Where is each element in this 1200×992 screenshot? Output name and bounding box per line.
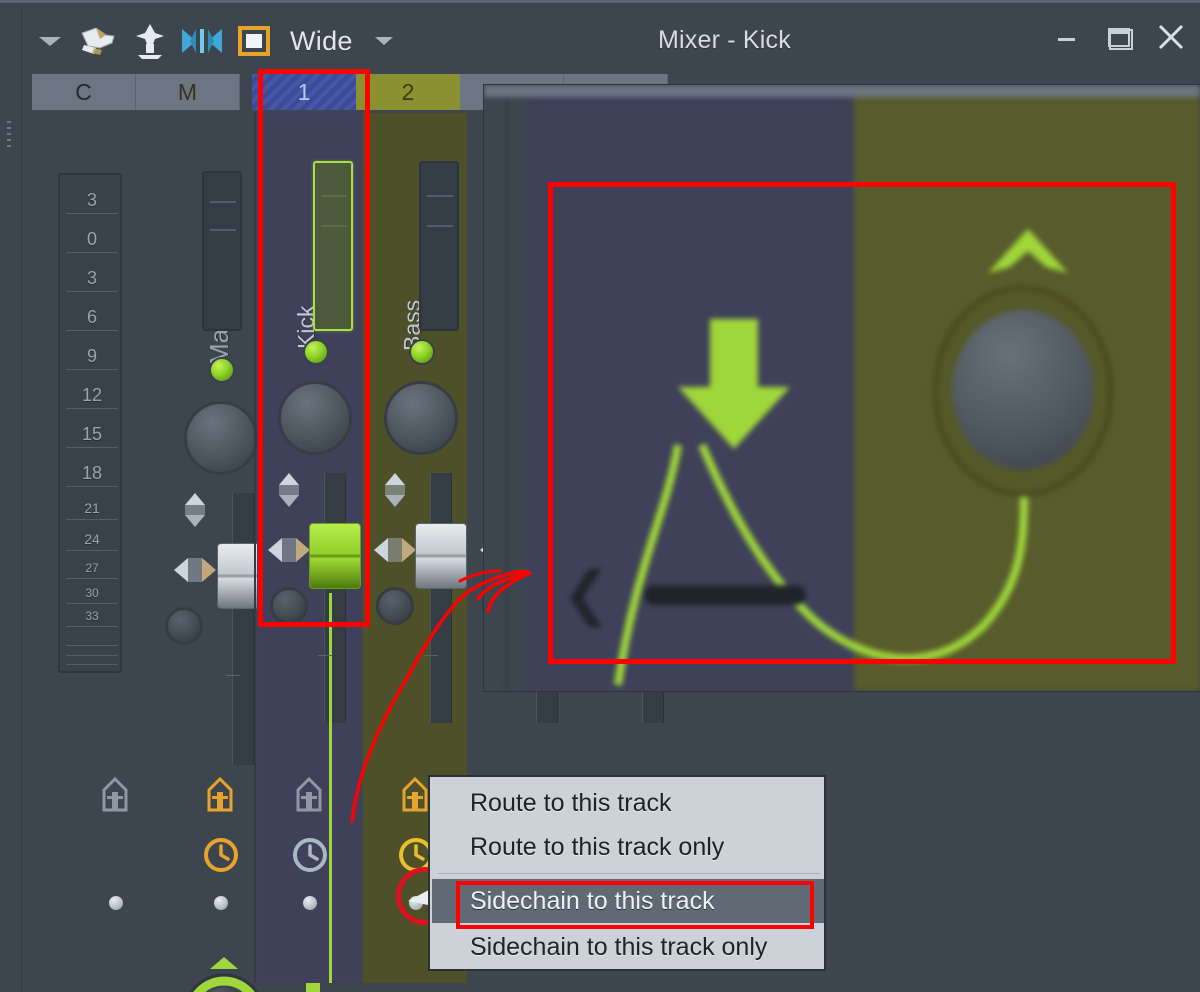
minimize-icon[interactable] [1052,22,1082,52]
track-header-2[interactable]: 2 [356,74,460,110]
sidechain-receive-arrow-icon[interactable] [291,981,335,992]
window-title: Mixer - Kick [658,26,791,54]
magnified-routing-view: ❮ [484,85,1200,691]
pan-knob-bass[interactable] [376,587,414,625]
level-meter-bass [419,161,459,331]
routing-context-menu: Route to this track Route to this track … [428,775,826,971]
fader-rail-bass [430,473,452,723]
view-mode-label: Wide [290,25,353,56]
fader-cable-kick [329,593,332,983]
window-controls [1052,22,1186,52]
clock-icon-master[interactable] [201,835,241,880]
menu-item-route-to-this-track[interactable]: Route to this track [432,781,824,825]
view-mode-chevron-down-icon[interactable] [353,17,415,65]
clock-icon-kick[interactable] [290,835,330,880]
stereo-separation-updown-icon-kick[interactable] [266,471,312,514]
stereo-separation-icon[interactable] [176,17,228,65]
db-tick: 27 [60,562,124,579]
track-enable-led-master[interactable] [209,357,235,383]
track-enable-led-bass[interactable] [409,339,435,365]
hand-cursor-icon[interactable] [72,17,124,65]
dot-led-c[interactable] [109,896,123,910]
pan-leftright-icon-bass[interactable] [372,531,418,574]
inset-blurred-content: ❮ [484,85,1200,691]
track-enable-led-kick[interactable] [303,339,329,365]
grip-handle-icon[interactable] [7,121,12,161]
db-tick: 6 [60,308,124,331]
dot-led-bass[interactable] [409,896,423,910]
fader-rail-kick [324,473,346,723]
db-tick: 15 [60,425,124,448]
fader-mark [318,655,332,656]
db-tick: 9 [60,347,124,370]
close-icon[interactable] [1156,22,1186,52]
track-strip-master[interactable]: 3 0 3 6 9 12 15 18 21 24 27 30 33 Master [32,113,269,992]
menu-item-route-to-this-track-only[interactable]: Route to this track only [432,825,824,869]
lamp-icon-kick[interactable] [290,776,328,825]
db-tick: 0 [60,230,124,253]
inset-routing-bar [644,585,806,605]
track-knob-master[interactable] [184,401,258,475]
pan-knob-master[interactable] [165,607,203,645]
mixer-funnel-icon[interactable] [124,17,176,65]
lamp-icon-master[interactable] [201,776,239,825]
menu-separator [438,873,820,874]
db-tick: 3 [60,191,124,214]
volume-fader-kick[interactable] [309,523,361,589]
track-knob-kick[interactable] [278,381,352,455]
strip-separator [254,113,256,983]
mixer-toolbar: Wide [28,17,415,65]
dot-led-master[interactable] [214,896,228,910]
inset-sidechain-send-arrow-icon [988,229,1068,273]
db-tick: 12 [60,386,124,409]
inset-chevron-left-icon: ❮ [562,561,611,626]
stereo-separation-updown-icon[interactable] [172,491,218,534]
track-strip-kick[interactable]: Kick [257,113,361,992]
pan-knob-kick[interactable] [270,587,308,625]
header-cell-m[interactable]: M [136,74,240,110]
fader-rail-master [232,493,254,765]
mixer-window: Mixer - Kick Wide C M 1 2 3 0 3 6 9 12 1… [0,0,1200,992]
menu-item-sidechain-to-this-track[interactable]: Sidechain to this track [432,879,824,923]
track-header-1[interactable]: 1 [252,74,356,110]
level-meter-master [202,171,242,331]
level-meter-kick [313,161,353,331]
pan-leftright-icon[interactable] [172,551,218,594]
menu-chevron-down-icon[interactable] [28,17,72,65]
fader-mark [424,655,438,656]
db-tick: 30 [60,587,124,604]
inset-routing-knob [952,310,1094,470]
window-left-gutter [0,6,22,992]
volume-fader-bass[interactable] [415,523,467,589]
lamp-icon-c[interactable] [96,776,134,825]
db-tick: 18 [60,464,124,487]
db-tick: 21 [60,501,124,520]
stereo-separation-updown-icon-bass[interactable] [372,471,418,514]
square-outline-icon[interactable] [228,17,280,65]
dot-led-kick[interactable] [303,896,317,910]
db-tick: 33 [60,610,124,627]
pan-leftright-icon-kick[interactable] [266,531,312,574]
header-cell-c[interactable]: C [32,74,136,110]
db-tick: 3 [60,269,124,292]
menu-item-sidechain-to-this-track-only[interactable]: Sidechain to this track only [432,925,824,969]
track-knob-bass[interactable] [384,381,458,455]
db-scale: 3 0 3 6 9 12 15 18 21 24 27 30 33 [58,173,122,673]
fader-mark [226,675,240,676]
db-tick: 24 [60,532,124,551]
maximize-icon[interactable] [1104,22,1134,52]
